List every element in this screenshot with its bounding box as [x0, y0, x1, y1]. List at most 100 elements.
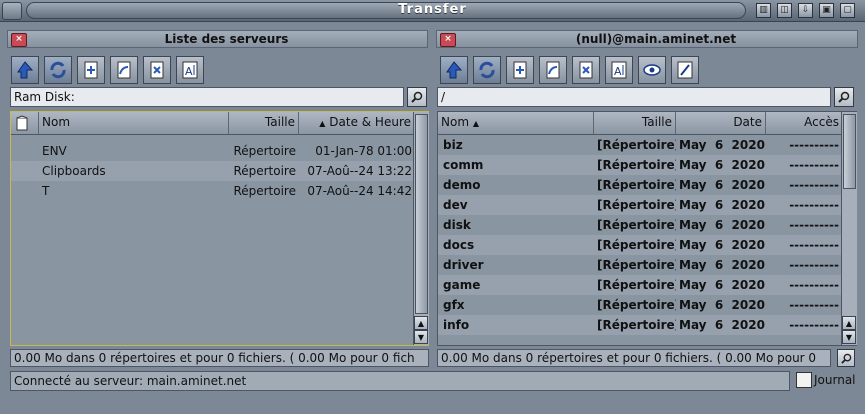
iconify-button[interactable]: ▥ [756, 3, 771, 18]
right-path-field[interactable]: / [437, 87, 831, 107]
svg-text:A: A [614, 65, 622, 78]
item-access: ---------- [789, 278, 839, 292]
item-access: ---------- [789, 218, 839, 232]
column-name[interactable]: Nom [39, 112, 229, 134]
list-item[interactable]: T Répertoire 07-Aoû--24 14:42 [11, 181, 428, 201]
item-name: T [42, 184, 50, 198]
view-icon[interactable] [638, 56, 666, 84]
right-panel-header: × (null)@main.aminet.net [436, 30, 858, 48]
parent-icon[interactable] [11, 56, 39, 84]
list-item[interactable]: comm [Répertoire] May 6 2020 ---------- [438, 155, 856, 175]
scroll-up-icon[interactable]: ▲ [842, 316, 856, 330]
edit-icon[interactable] [671, 56, 699, 84]
list-item[interactable]: disk [Répertoire] May 6 2020 ---------- [438, 215, 856, 235]
right-scrollbar[interactable]: ▲ ▼ [841, 112, 857, 345]
item-date: May 6 2020 [679, 138, 765, 152]
left-panel-header: × Liste des serveurs [7, 30, 428, 48]
item-name: Clipboards [42, 164, 106, 178]
right-rows: biz [Répertoire] May 6 2020 ---------- comm[… [438, 135, 856, 335]
search-icon [840, 353, 851, 364]
item-size: [Répertoire] [597, 278, 676, 292]
edit-text-icon[interactable]: A [605, 56, 633, 84]
left-scrollbar[interactable]: ▲ ▼ [413, 112, 429, 345]
column-date[interactable]: ▲ Date & Heure [299, 112, 414, 134]
snapshot-button[interactable]: ◫ [777, 3, 792, 18]
title-bar[interactable]: Transfer ▥ ◫ ⇩ ▣ ▢ [0, 0, 865, 22]
item-name: ENV [42, 144, 67, 158]
list-item[interactable]: driver [Répertoire] May 6 2020 ---------- [438, 255, 856, 275]
scroll-down-icon[interactable]: ▼ [414, 330, 428, 344]
list-item[interactable]: docs [Répertoire] May 6 2020 ---------- [438, 235, 856, 255]
right-scroll-thumb[interactable] [843, 114, 856, 189]
delete-icon[interactable] [572, 56, 600, 84]
left-close-button[interactable]: × [11, 33, 27, 47]
column-size[interactable]: Taille [594, 112, 676, 134]
list-item[interactable]: gfx [Répertoire] May 6 2020 ---------- [438, 295, 856, 315]
left-scroll-thumb[interactable] [415, 114, 428, 314]
item-access: ---------- [789, 198, 839, 212]
item-date: May 6 2020 [679, 198, 765, 212]
item-name: info [443, 318, 470, 332]
list-item[interactable]: Clipboards Répertoire 07-Aoû--24 13:22 [11, 161, 428, 181]
column-icon [11, 112, 39, 134]
item-size: [Répertoire] [597, 158, 676, 172]
search-icon [411, 91, 423, 103]
item-size: [Répertoire] [597, 218, 676, 232]
list-item[interactable]: demo [Répertoire] May 6 2020 ---------- [438, 175, 856, 195]
left-path-field[interactable]: Ram Disk: [10, 87, 404, 107]
zoom-button[interactable]: ▢ [840, 3, 855, 18]
left-status-text: 0.00 Mo dans 0 répertoires et pour 0 fic… [10, 349, 429, 367]
item-size: [Répertoire] [597, 258, 676, 272]
item-name: demo [443, 178, 481, 192]
new-icon[interactable] [506, 56, 534, 84]
parent-icon[interactable] [440, 56, 468, 84]
left-search-button[interactable] [407, 87, 427, 107]
edit-text-icon[interactable]: A [176, 56, 204, 84]
connection-status: Connecté au serveur: main.aminet.net [10, 371, 790, 391]
item-size: [Répertoire] [597, 298, 676, 312]
right-column-header: Nom ▲ Taille Date Accès [438, 112, 856, 135]
item-size: Répertoire [233, 164, 296, 178]
journal-label: Journal [814, 373, 856, 387]
item-name: game [443, 278, 481, 292]
left-toolbar: A [11, 56, 211, 84]
column-date[interactable]: Date [676, 112, 766, 134]
right-status-text: 0.00 Mo dans 0 répertoires et pour 0 fic… [437, 349, 831, 367]
refresh-icon[interactable] [473, 56, 501, 84]
item-date: May 6 2020 [679, 238, 765, 252]
item-date: May 6 2020 [679, 218, 765, 232]
rename-icon[interactable] [110, 56, 138, 84]
left-file-list[interactable]: Nom Taille ▲ Date & Heure ENV Répertoire… [10, 111, 429, 346]
list-item[interactable]: ENV Répertoire 01-Jan-78 01:00 [11, 141, 428, 161]
list-item[interactable]: info [Répertoire] May 6 2020 ---------- [438, 315, 856, 335]
list-item[interactable]: biz [Répertoire] May 6 2020 ---------- [438, 135, 856, 155]
journal-checkbox[interactable] [796, 372, 812, 388]
refresh-icon[interactable] [44, 56, 72, 84]
right-close-button[interactable]: × [440, 33, 456, 47]
item-date: 07-Aoû--24 13:22 [307, 164, 412, 178]
right-file-list[interactable]: Nom ▲ Taille Date Accès biz [Répertoire] M… [437, 111, 857, 346]
item-size: [Répertoire] [597, 178, 676, 192]
right-search-button[interactable] [834, 87, 854, 107]
rename-icon[interactable] [539, 56, 567, 84]
left-column-header: Nom Taille ▲ Date & Heure [11, 112, 428, 135]
scroll-up-icon[interactable]: ▲ [414, 316, 428, 330]
column-access[interactable]: Accès [766, 112, 842, 134]
right-status-search-button[interactable] [837, 349, 855, 367]
list-item[interactable]: dev [Répertoire] May 6 2020 ---------- [438, 195, 856, 215]
column-size[interactable]: Taille [229, 112, 299, 134]
new-icon[interactable] [77, 56, 105, 84]
jump-button[interactable]: ⇩ [798, 3, 813, 18]
sort-ascending-icon: ▲ [472, 119, 479, 128]
item-name: biz [443, 138, 463, 152]
item-name: dev [443, 198, 468, 212]
list-item[interactable]: game [Répertoire] May 6 2020 ---------- [438, 275, 856, 295]
svg-text:A: A [185, 65, 193, 78]
item-name: comm [443, 158, 484, 172]
depth-button[interactable]: ▣ [819, 3, 834, 18]
column-name[interactable]: Nom ▲ [438, 112, 594, 134]
item-access: ---------- [789, 258, 839, 272]
scroll-down-icon[interactable]: ▼ [842, 330, 856, 344]
item-size: [Répertoire] [597, 138, 676, 152]
delete-icon[interactable] [143, 56, 171, 84]
